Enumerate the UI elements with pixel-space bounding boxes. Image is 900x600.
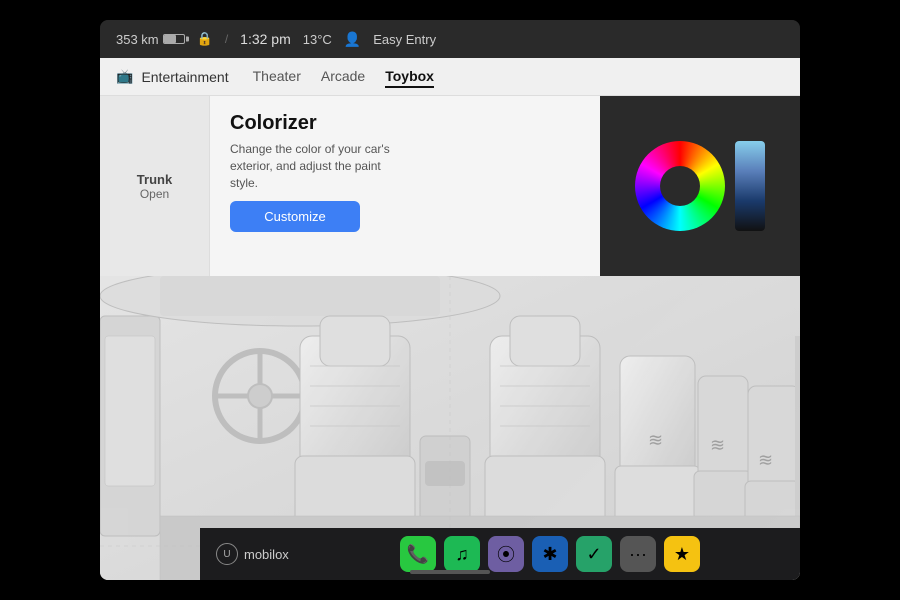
trunk-panel[interactable]: Trunk Open	[100, 96, 210, 276]
status-bar: 353 km 🔒 / 1:32 pm 13°C 👤 Easy Entry	[100, 20, 800, 58]
nav-bar: 📺 Entertainment Theater Arcade Toybox	[100, 58, 800, 96]
brand-area: U mobilox	[216, 543, 289, 565]
more-icon[interactable]: ···	[620, 536, 656, 572]
home-bar[interactable]	[410, 570, 490, 574]
taskbar-left: U mobilox	[216, 543, 289, 565]
tab-theater[interactable]: Theater	[253, 66, 301, 88]
trunk-status: Open	[140, 187, 169, 201]
trunk-label: Trunk	[137, 172, 172, 187]
time-display: 1:32 pm	[240, 31, 291, 47]
taskbar: U mobilox 📞 ♫ ⦿ ✱ ✓ ··· ★ ‹ › 🔊×	[200, 528, 800, 580]
svg-text:≋: ≋	[648, 430, 663, 450]
brand-icon: U	[216, 543, 238, 565]
entertainment-icon: 📺	[116, 68, 133, 85]
profile-icon: 👤	[344, 31, 361, 48]
tab-arcade[interactable]: Arcade	[321, 66, 365, 88]
phone-icon[interactable]: 📞	[400, 536, 436, 572]
entertainment-label: Entertainment	[141, 69, 228, 85]
entertainment-section: 📺 Entertainment	[116, 68, 229, 85]
bluetooth-icon[interactable]: ✱	[532, 536, 568, 572]
color-wheel-area	[600, 96, 800, 276]
nav-tabs: Theater Arcade Toybox	[253, 66, 434, 88]
lock-icon: 🔒	[197, 31, 213, 47]
main-screen: 353 km 🔒 / 1:32 pm 13°C 👤 Easy Entry 📺 E…	[100, 20, 800, 580]
content-area: Trunk Open Colorizer Change the color of…	[100, 96, 800, 276]
map-icon[interactable]: ✓	[576, 536, 612, 572]
temperature-display: 13°C	[303, 32, 332, 47]
colorizer-title: Colorizer	[230, 112, 580, 135]
status-divider: /	[225, 32, 228, 46]
tab-toybox[interactable]: Toybox	[385, 66, 434, 88]
range-value: 353 km	[116, 32, 159, 47]
colorizer-section: Colorizer Change the color of your car's…	[210, 96, 600, 276]
svg-text:≋: ≋	[758, 450, 773, 470]
range-display: 353 km	[116, 32, 185, 47]
color-wheel[interactable]	[635, 141, 725, 231]
taskbar-center: 📞 ♫ ⦿ ✱ ✓ ··· ★	[400, 536, 700, 572]
color-slider[interactable]	[735, 141, 765, 231]
customize-button[interactable]: Customize	[230, 201, 360, 232]
spotify-icon[interactable]: ♫	[444, 536, 480, 572]
games-icon[interactable]: ★	[664, 536, 700, 572]
easy-entry-label: Easy Entry	[373, 32, 436, 47]
svg-text:≋: ≋	[710, 435, 725, 455]
battery-icon	[163, 34, 185, 44]
camera-icon[interactable]: ⦿	[488, 536, 524, 572]
colorizer-description: Change the color of your car's exterior,…	[230, 141, 390, 191]
brand-label: mobilox	[244, 547, 289, 562]
